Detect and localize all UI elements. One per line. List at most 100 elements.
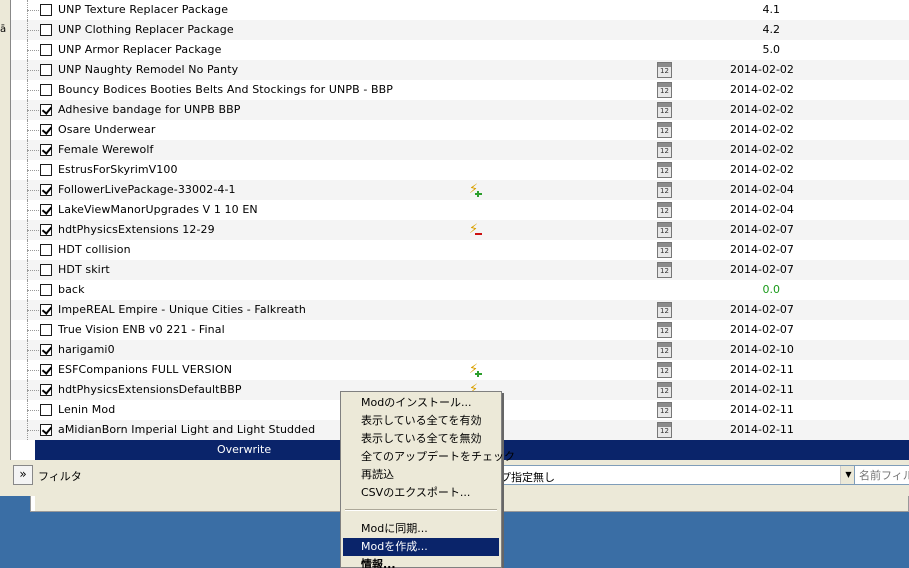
menu-item[interactable]: 情報... xyxy=(343,556,499,568)
mod-name: HDT skirt xyxy=(58,263,110,276)
mod-name: True Vision ENB v0 221 - Final xyxy=(58,323,225,336)
calendar-icon xyxy=(657,262,672,278)
mod-version-date: 2014-02-02 xyxy=(730,103,794,116)
name-filter-input[interactable] xyxy=(854,465,909,485)
mod-name: EstrusForSkyrimV100 xyxy=(58,163,178,176)
mod-row[interactable]: FollowerLivePackage-33002-4-1 ⚡ 2014-02-04 xyxy=(11,180,909,200)
mod-row[interactable]: harigami0 2014-02-10 xyxy=(11,340,909,360)
mod-enable-checkbox[interactable] xyxy=(40,164,52,176)
mod-row[interactable]: Bouncy Bodices Booties Belts And Stockin… xyxy=(11,80,909,100)
mod-enable-checkbox[interactable] xyxy=(40,104,52,116)
tree-line xyxy=(23,80,39,100)
mod-enable-checkbox[interactable] xyxy=(40,64,52,76)
calendar-icon xyxy=(657,122,672,138)
expand-filter-button[interactable]: » xyxy=(13,465,33,485)
mod-enable-checkbox[interactable] xyxy=(40,24,52,36)
mod-row[interactable]: ImpeREAL Empire - Unique Cities - Falkre… xyxy=(11,300,909,320)
tree-line xyxy=(23,260,39,280)
mod-enable-checkbox[interactable] xyxy=(40,304,52,316)
mod-enable-checkbox[interactable] xyxy=(40,284,52,296)
mod-enable-checkbox[interactable] xyxy=(40,4,52,16)
conflict-overwrite-icon: ⚡ xyxy=(466,362,482,378)
mod-enable-checkbox[interactable] xyxy=(40,224,52,236)
mod-row[interactable]: Osare Underwear 2014-02-02 xyxy=(11,120,909,140)
mod-row[interactable]: hdtPhysicsExtensions 12-29 ⚡ 2014-02-07 xyxy=(11,220,909,240)
mod-name: Adhesive bandage for UNPB BBP xyxy=(58,103,241,116)
mod-enable-checkbox[interactable] xyxy=(40,244,52,256)
calendar-icon xyxy=(657,422,672,438)
tree-line xyxy=(23,420,39,440)
menu-item[interactable]: 全てのアップデートをチェック xyxy=(343,448,515,466)
mod-version-date: 2014-02-11 xyxy=(730,403,794,416)
mod-enable-checkbox[interactable] xyxy=(40,364,52,376)
mod-name: ESFCompanions FULL VERSION xyxy=(58,363,233,376)
mod-version: 4.1 xyxy=(762,3,781,16)
tree-line xyxy=(23,60,39,80)
mod-version-date: 2014-02-02 xyxy=(730,143,794,156)
filter-label: フィルタ xyxy=(38,470,82,483)
mod-row[interactable]: UNP Clothing Replacer Package 4.2 xyxy=(11,20,909,40)
mod-row[interactable]: Adhesive bandage for UNPB BBP 2014-02-02 xyxy=(11,100,909,120)
context-menu: Modのインストール... 表示している全てを有効 表示している全てを無効 全てのアッ… xyxy=(340,391,515,568)
calendar-icon xyxy=(657,402,672,418)
mod-enable-checkbox[interactable] xyxy=(40,44,52,56)
mod-row[interactable]: HDT skirt 2014-02-07 xyxy=(11,260,909,280)
tree-line xyxy=(23,40,39,60)
mod-name: Female Werewolf xyxy=(58,143,154,156)
mod-row[interactable]: back 0.0 xyxy=(11,280,909,300)
calendar-icon xyxy=(657,142,672,158)
mod-version: 5.0 xyxy=(762,43,781,56)
mod-version-date: 2014-02-10 xyxy=(730,343,794,356)
mod-enable-checkbox[interactable] xyxy=(40,184,52,196)
menu-item[interactable]: Modのインストール... xyxy=(343,394,499,412)
mod-enable-checkbox[interactable] xyxy=(40,84,52,96)
mod-row[interactable]: ESFCompanions FULL VERSION ⚡ 2014-02-11 xyxy=(11,360,909,380)
mod-row[interactable]: LakeViewManorUpgrades V 1 10 EN 2014-02-0… xyxy=(11,200,909,220)
tree-line xyxy=(23,300,39,320)
tree-line xyxy=(23,140,39,160)
mod-row[interactable]: HDT collision 2014-02-07 xyxy=(11,240,909,260)
menu-item[interactable]: 表示している全てを無効 xyxy=(343,430,499,448)
menu-item[interactable]: CSVのエクスポート... xyxy=(343,484,499,502)
mod-row[interactable]: EstrusForSkyrimV100 2014-02-02 xyxy=(11,160,909,180)
mod-enable-checkbox[interactable] xyxy=(40,324,52,336)
tree-line xyxy=(23,120,39,140)
mod-version: 0.0 xyxy=(762,283,781,296)
calendar-icon xyxy=(657,322,672,338)
mod-version: 4.2 xyxy=(762,23,781,36)
mod-enable-checkbox[interactable] xyxy=(40,264,52,276)
mod-enable-checkbox[interactable] xyxy=(40,404,52,416)
conflict-overwritten-icon: ⚡ xyxy=(466,222,482,238)
mod-row[interactable]: Female Werewolf 2014-02-02 xyxy=(11,140,909,160)
mod-version-date: 2014-02-04 xyxy=(730,183,794,196)
tree-line xyxy=(23,220,39,240)
calendar-icon xyxy=(657,62,672,78)
mod-row[interactable]: True Vision ENB v0 221 - Final 2014-02-07 xyxy=(11,320,909,340)
tree-line xyxy=(23,380,39,400)
mod-name: UNP Clothing Replacer Package xyxy=(58,23,234,36)
mod-row[interactable]: UNP Texture Replacer Package 4.1 xyxy=(11,0,909,20)
mod-enable-checkbox[interactable] xyxy=(40,344,52,356)
category-filter-select[interactable]: プ指定無し ▼ xyxy=(495,465,857,485)
mod-name: LakeViewManorUpgrades V 1 10 EN xyxy=(58,203,258,216)
calendar-icon xyxy=(657,382,672,398)
tree-line xyxy=(23,340,39,360)
tree-line xyxy=(23,280,39,300)
menu-item[interactable]: Modを作成... xyxy=(343,538,499,556)
menu-item[interactable]: 表示している全てを有効 xyxy=(343,412,499,430)
mod-enable-checkbox[interactable] xyxy=(40,124,52,136)
tree-line xyxy=(23,100,39,120)
mod-row[interactable]: UNP Armor Replacer Package 5.0 xyxy=(11,40,909,60)
mod-row[interactable]: UNP Naughty Remodel No Panty 2014-02-02 xyxy=(11,60,909,80)
menu-item[interactable]: Modに同期... xyxy=(343,520,499,538)
tree-line xyxy=(23,160,39,180)
calendar-icon xyxy=(657,162,672,178)
mod-enable-checkbox[interactable] xyxy=(40,204,52,216)
mod-enable-checkbox[interactable] xyxy=(40,384,52,396)
mod-version-date: 2014-02-02 xyxy=(730,83,794,96)
mod-name: FollowerLivePackage-33002-4-1 xyxy=(58,183,236,196)
menu-item[interactable]: 再読込 xyxy=(343,466,499,484)
mod-enable-checkbox[interactable] xyxy=(40,424,52,436)
mod-enable-checkbox[interactable] xyxy=(40,144,52,156)
calendar-icon xyxy=(657,242,672,258)
